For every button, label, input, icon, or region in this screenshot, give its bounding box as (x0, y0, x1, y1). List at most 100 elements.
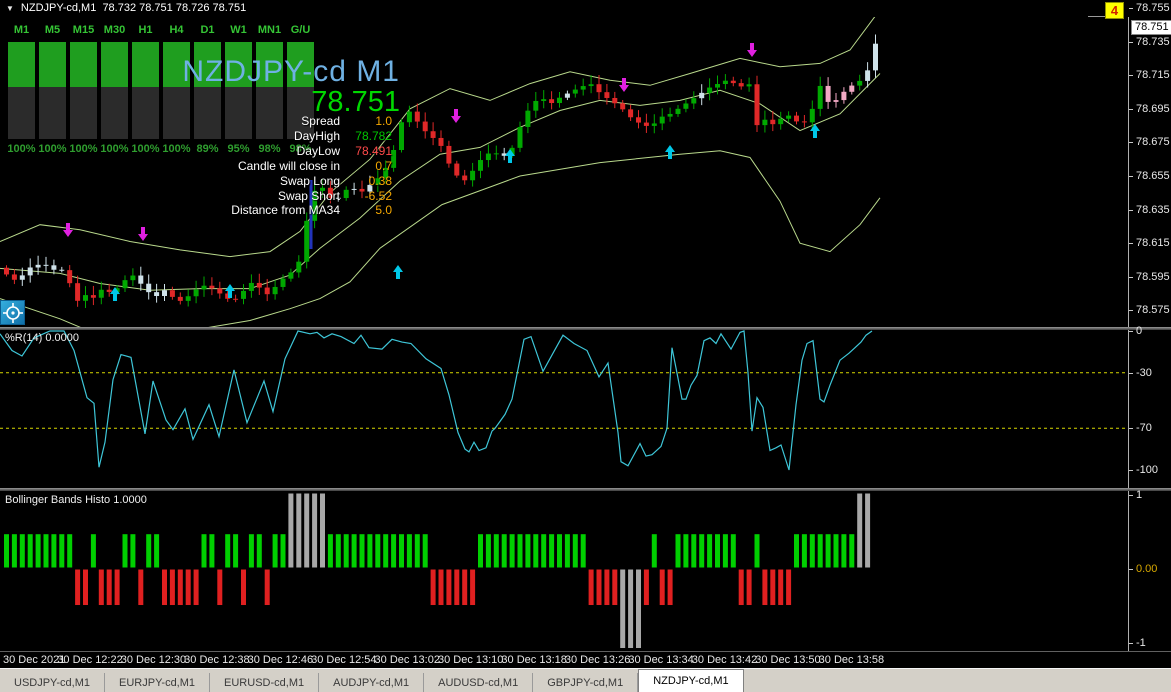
histo-bar (51, 534, 57, 568)
candle-body (430, 131, 436, 138)
histo-bar (383, 534, 389, 568)
axis-tick-mark (1129, 331, 1133, 332)
candle-body (707, 87, 713, 93)
candle-body (406, 111, 412, 123)
histo-bar (517, 534, 523, 568)
candle-body (825, 85, 831, 102)
histo-bar (90, 534, 96, 568)
histo-bar (327, 534, 333, 568)
candle-body (272, 286, 278, 295)
histo-bar (335, 534, 341, 568)
histo-bar (849, 534, 855, 568)
candle-body (438, 137, 444, 146)
candle-body (201, 285, 207, 290)
axis-tick-mark (1129, 494, 1133, 496)
histo-bar (122, 534, 128, 568)
chart-tab-audusd[interactable]: AUDUSD-cd,M1 (424, 673, 534, 692)
histo-bar (169, 569, 175, 606)
info-label: Distance from MA34 (231, 203, 340, 218)
histo-bar (201, 534, 207, 568)
histo-bar (801, 534, 807, 568)
gauge-percent: 100% (162, 143, 191, 155)
histo-bar (620, 569, 626, 648)
gauge-timeframe-label[interactable]: M5 (37, 24, 68, 36)
histo-bar (162, 569, 167, 606)
histo-bar (746, 569, 752, 606)
price-tick-label: 78.575 (1136, 304, 1170, 317)
crosshair-tool-button[interactable] (0, 300, 25, 325)
histo-bar (106, 569, 112, 606)
candle-body (604, 92, 610, 98)
histo-bar (67, 534, 73, 568)
chart-tab-gbpjpy[interactable]: GBPJPY-cd,M1 (533, 673, 639, 692)
axis-tick-mark (1129, 568, 1133, 570)
price-axis[interactable]: 78.755 78.735 78.715 78.695 78.675 78.655 78.6… (1128, 2, 1171, 327)
axis-tick-mark (1129, 142, 1133, 144)
candle-body (51, 265, 57, 270)
candle-body (651, 123, 657, 126)
wr-tick-label: -30 (1136, 366, 1152, 379)
histo-bar (738, 569, 744, 606)
histo-bar (272, 534, 278, 568)
histo-bar (715, 534, 720, 568)
histo-bar (43, 534, 49, 568)
candle-body (754, 84, 760, 126)
wr-axis[interactable]: 0 -30 -70 -100 (1128, 325, 1171, 488)
candle-body (288, 272, 294, 279)
gauge-timeframe-label[interactable]: G/U (285, 24, 316, 36)
candle-body (193, 289, 199, 297)
axis-tick-mark (1129, 642, 1133, 644)
time-tick-label: 30 Dec 13:26 (564, 654, 631, 666)
candle-body (588, 84, 594, 87)
axis-tick-mark (1129, 75, 1133, 77)
price-level-dash (1088, 16, 1105, 17)
axis-tick-mark (1129, 176, 1133, 177)
histo-bar (343, 534, 349, 568)
chart-tab-eurusd[interactable]: EURUSD-cd,M1 (210, 673, 320, 692)
gauge-timeframe-label[interactable]: H4 (161, 24, 192, 36)
candle-body (177, 296, 183, 301)
time-axis[interactable]: 30 Dec 2021 30 Dec 12:22 30 Dec 12:30 30 De… (0, 651, 1171, 669)
gauge-timeframe-label[interactable]: MN1 (254, 24, 285, 36)
chart-tab-usdjpy[interactable]: USDJPY-cd,M1 (0, 673, 106, 692)
chart-tab-nzdjpy[interactable]: NZDJPY-cd,M1 (638, 669, 744, 692)
histo-bar (675, 534, 681, 568)
axis-tick-mark (1129, 428, 1133, 430)
histo-bar (264, 569, 270, 606)
histo-bar (501, 534, 507, 568)
histo-bar (367, 534, 373, 568)
time-tick-label: 30 Dec 13:10 (437, 654, 504, 666)
gauge-timeframe-label[interactable]: M1 (6, 24, 37, 36)
price-tick-label: 78.675 (1136, 136, 1170, 149)
candle-body (659, 116, 665, 124)
williams-percent-r-panel[interactable] (0, 330, 1128, 488)
chart-tab-eurjpy[interactable]: EURJPY-cd,M1 (105, 673, 211, 692)
candle-body (248, 282, 254, 291)
gauge-timeframe-label[interactable]: W1 (223, 24, 254, 36)
histo-bar (248, 534, 254, 568)
histo-axis[interactable]: 1 0.00 -1 (1128, 489, 1171, 651)
gauge-timeframe-label[interactable]: M30 (99, 24, 130, 36)
histo-tick-label: -1 (1136, 636, 1146, 649)
candle-body (106, 289, 112, 292)
gauge-timeframe-label[interactable]: M15 (68, 24, 99, 36)
gauge-timeframe-label[interactable]: H1 (130, 24, 161, 36)
histo-bar (114, 569, 120, 606)
candle-body (162, 290, 167, 296)
histo-bar (604, 569, 610, 606)
chart-tab-audjpy[interactable]: AUDJPY-cd,M1 (319, 673, 425, 692)
histo-bar (557, 534, 562, 568)
histo-bar (11, 534, 17, 568)
histo-bar (462, 569, 468, 606)
time-tick-label: 30 Dec 12:22 (57, 654, 123, 666)
histo-bar (19, 534, 25, 568)
histo-bar (470, 569, 476, 606)
bollinger-histo-panel[interactable] (0, 491, 1128, 651)
gauge-timeframe-label[interactable]: D1 (192, 24, 223, 36)
histo-bar (391, 534, 397, 568)
histo-bar (817, 534, 823, 568)
chevron-down-icon[interactable]: ▼ (6, 4, 14, 13)
titlebar-ohlc: 78.732 78.751 78.726 78.751 (102, 2, 247, 14)
histo-bar (643, 569, 649, 606)
gauge-percent: 100% (38, 143, 67, 155)
